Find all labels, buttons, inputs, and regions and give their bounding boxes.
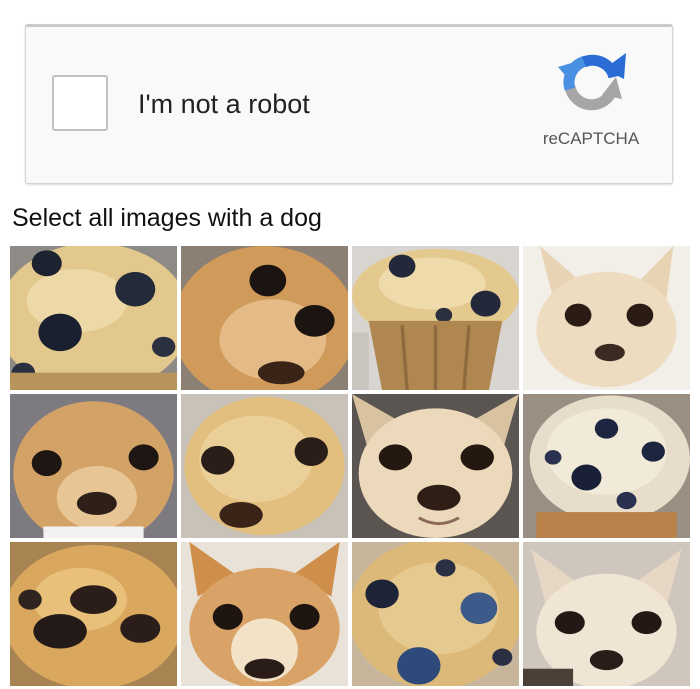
chihuahua-icon — [10, 394, 177, 538]
grid-tile-dog[interactable] — [181, 542, 348, 686]
challenge-instruction: Select all images with a dog — [12, 204, 322, 232]
recaptcha-logo-icon — [556, 47, 628, 119]
grid-tile-muffin[interactable] — [352, 246, 519, 390]
recaptcha-widget: I'm not a robot reCAPTCHA — [25, 24, 673, 184]
blueberry-muffin-icon — [352, 542, 519, 686]
chihuahua-icon — [352, 394, 519, 538]
grid-tile-dog[interactable] — [523, 542, 690, 686]
grid-tile-dog[interactable] — [523, 246, 690, 390]
grid-tile-muffin[interactable] — [10, 246, 177, 390]
blueberry-muffin-icon — [523, 394, 690, 538]
grid-tile-muffin[interactable] — [10, 542, 177, 686]
grid-tile-muffin[interactable] — [523, 394, 690, 538]
blueberry-muffin-icon — [10, 542, 177, 686]
grid-tile-dog[interactable] — [352, 394, 519, 538]
blueberry-muffin-icon — [352, 246, 519, 390]
chihuahua-icon — [523, 542, 690, 686]
blueberry-muffin-icon — [10, 246, 177, 390]
chihuahua-icon — [181, 542, 348, 686]
grid-tile-dog[interactable] — [181, 246, 348, 390]
blueberry-muffin-icon — [181, 394, 348, 538]
chihuahua-icon — [181, 246, 348, 390]
chihuahua-icon — [523, 246, 690, 390]
grid-tile-muffin[interactable] — [181, 394, 348, 538]
grid-tile-dog[interactable] — [10, 394, 177, 538]
grid-tile-muffin[interactable] — [352, 542, 519, 686]
not-robot-checkbox[interactable] — [52, 75, 108, 131]
recaptcha-brand: reCAPTCHA — [542, 129, 640, 148]
image-grid — [10, 246, 690, 686]
checkbox-label: I'm not a robot — [138, 89, 310, 119]
